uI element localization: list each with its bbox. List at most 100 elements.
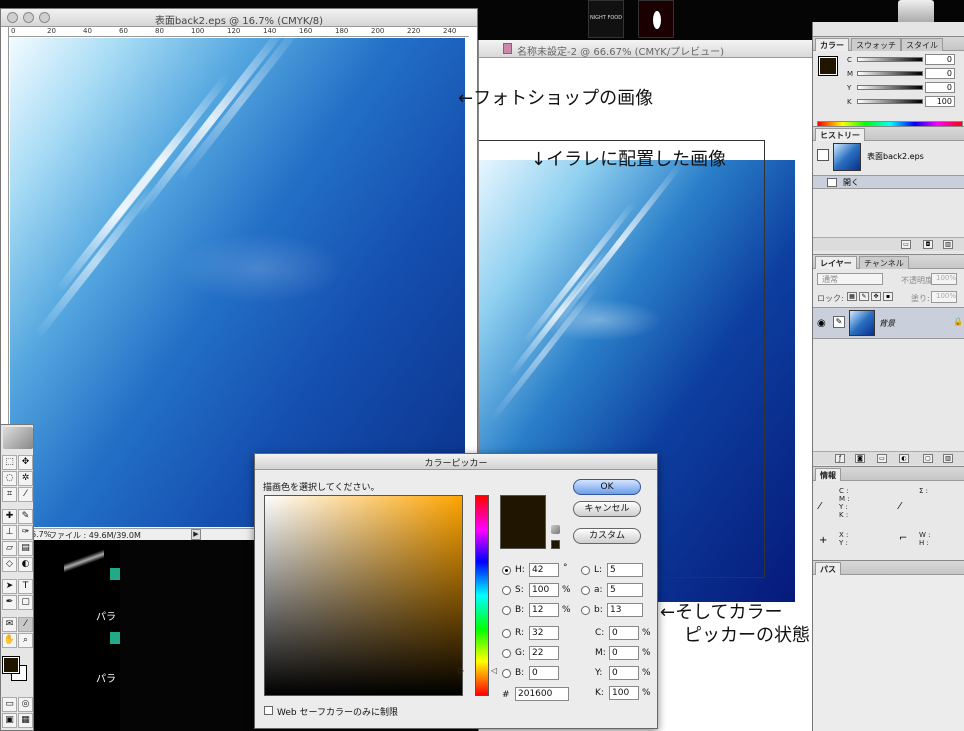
layer-name[interactable]: 背景	[879, 318, 895, 329]
layer-thumbnail[interactable]	[849, 310, 875, 336]
layer-row-background[interactable]: ◉ ✎ 背景 🔒	[813, 307, 964, 339]
illustrator-title-bar[interactable]: 名称未設定-2 @ 66.67% (CMYK/プレビュー)	[479, 40, 813, 58]
lightness-input[interactable]: 5	[607, 563, 643, 577]
layer-set-icon[interactable]: ▭	[877, 454, 887, 463]
blue-radio[interactable]	[502, 669, 511, 678]
color-palette[interactable]: カラー スウォッチ スタイル C 0 M 0 Y 0 K 100	[813, 36, 964, 133]
brightness-input[interactable]: 12	[529, 603, 559, 617]
new-document-icon[interactable]: ▭	[901, 240, 911, 249]
visibility-eye-icon[interactable]: ◉	[817, 318, 826, 329]
hex-input[interactable]: 201600	[515, 687, 569, 701]
lock-position-icon[interactable]: ✥	[871, 292, 881, 301]
healing-brush-tool-icon[interactable]: ✚	[2, 509, 17, 524]
screen-mode-icon[interactable]: ▣	[2, 713, 17, 728]
brightness-radio[interactable]	[502, 606, 511, 615]
night-food-thumbnail[interactable]: NIGHT FOOD	[588, 0, 624, 38]
magenta-slider[interactable]	[857, 71, 923, 76]
eraser-tool-icon[interactable]: ▱	[2, 541, 17, 556]
hue-slider[interactable]	[475, 495, 489, 696]
tab-color[interactable]: カラー	[815, 38, 849, 51]
yellow-slider[interactable]	[857, 85, 923, 90]
tab-layers[interactable]: レイヤー	[815, 256, 857, 269]
gradient-tool-icon[interactable]: ▤	[18, 541, 33, 556]
minimize-window-icon[interactable]	[23, 12, 34, 23]
new-snapshot-icon[interactable]: ◘	[923, 240, 933, 249]
tab-styles[interactable]: スタイル	[901, 38, 943, 51]
black-slider[interactable]	[857, 99, 923, 104]
quick-mask-mode-icon[interactable]: ◎	[18, 697, 33, 712]
blue-input[interactable]: 0	[529, 666, 559, 680]
layer-mask-icon[interactable]: ◙	[855, 454, 865, 463]
green-radio[interactable]	[502, 649, 511, 658]
zoom-tool-icon[interactable]: ⌕	[18, 633, 33, 648]
tab-info[interactable]: 情報	[815, 468, 841, 481]
delete-layer-icon[interactable]: ▥	[943, 454, 953, 463]
cyan-input[interactable]: 0	[609, 626, 639, 640]
cancel-button[interactable]: キャンセル	[573, 501, 641, 517]
b-channel-radio[interactable]	[581, 606, 590, 615]
crop-tool-icon[interactable]: ⌗	[2, 487, 17, 502]
hand-tool-icon[interactable]: ✋	[2, 633, 17, 648]
photoshop-title-bar[interactable]: 表面back2.eps @ 16.7% (CMYK/8)	[1, 9, 477, 27]
info-palette[interactable]: 情報 ⁄ C : M : Y : K : ⁄ Σ : + X : Y : ⌐ W…	[813, 466, 964, 560]
a-channel-radio[interactable]	[581, 586, 590, 595]
ok-button[interactable]: OK	[573, 479, 641, 495]
snapshot-brush-icon[interactable]	[817, 149, 829, 161]
snapshot-name[interactable]: 表面back2.eps	[867, 151, 924, 162]
flower-thumbnail[interactable]	[638, 0, 674, 38]
tab-paths[interactable]: パス	[815, 562, 841, 575]
type-tool-icon[interactable]: T	[18, 579, 33, 594]
trash-icon[interactable]: ▥	[943, 240, 953, 249]
new-layer-icon[interactable]: ▢	[923, 454, 933, 463]
yellow-input[interactable]: 0	[609, 666, 639, 680]
lasso-tool-icon[interactable]: ◌	[2, 471, 17, 486]
magenta-value[interactable]: 0	[925, 68, 955, 79]
brush-link-icon[interactable]: ✎	[833, 316, 845, 328]
dodge-tool-icon[interactable]: ◐	[18, 557, 33, 572]
layers-palette[interactable]: レイヤー チャンネル 通常 不透明度: 100% ロック: ▦ ✎ ✥ ▪ 塗り…	[813, 254, 964, 465]
hue-radio[interactable]	[502, 566, 511, 575]
hue-arrow-left-icon[interactable]: ▷	[458, 666, 464, 675]
tools-palette[interactable]: ⬚ ✥ ◌ ✲ ⌗ ⁄ ✚ ✎ ⊥ ✑ ▱ ▤ ◇ ◐ ➤ T ✒ ▢ ✉ ⁄ …	[0, 424, 34, 731]
hue-input[interactable]: 42	[529, 563, 559, 577]
notes-tool-icon[interactable]: ✉	[2, 617, 17, 632]
paths-palette[interactable]: パス	[813, 560, 964, 731]
shape-tool-icon[interactable]: ▢	[18, 595, 33, 610]
lock-transparency-icon[interactable]: ▦	[847, 292, 857, 301]
pen-tool-icon[interactable]: ✒	[2, 595, 17, 610]
lock-all-icon[interactable]: ▪	[883, 292, 893, 301]
status-menu-arrow-icon[interactable]: ▶	[191, 529, 201, 540]
tab-swatches[interactable]: スウォッチ	[851, 38, 901, 51]
history-state-row[interactable]: 開く	[813, 175, 964, 189]
layer-style-icon[interactable]: ƒ	[835, 454, 845, 463]
lightness-radio[interactable]	[581, 566, 590, 575]
cyan-value[interactable]: 0	[925, 54, 955, 65]
yellow-value[interactable]: 0	[925, 82, 955, 93]
a-channel-input[interactable]: 5	[607, 583, 643, 597]
close-window-icon[interactable]	[7, 12, 18, 23]
horizontal-ruler[interactable]: 0 20 40 60 80 100 120 140 160 180 200 22…	[9, 27, 469, 37]
black-value[interactable]: 100	[925, 96, 955, 107]
move-tool-icon[interactable]: ✥	[18, 455, 33, 470]
standard-mode-icon[interactable]: ▭	[2, 697, 17, 712]
tab-history[interactable]: ヒストリー	[815, 128, 865, 141]
saturation-radio[interactable]	[502, 586, 511, 595]
color-fg-swatch[interactable]	[818, 56, 838, 76]
tab-channels[interactable]: チャンネル	[859, 256, 909, 269]
history-brush-tool-icon[interactable]: ✑	[18, 525, 33, 540]
full-screen-mode-icon[interactable]: ▦	[18, 713, 33, 728]
web-safe-color-swatch[interactable]	[551, 540, 560, 549]
b-channel-input[interactable]: 13	[607, 603, 643, 617]
saturation-brightness-field[interactable]	[264, 495, 463, 696]
eyedropper-tool-icon[interactable]: ⁄	[18, 617, 33, 632]
green-input[interactable]: 22	[529, 646, 559, 660]
clone-stamp-tool-icon[interactable]: ⊥	[2, 525, 17, 540]
custom-button[interactable]: カスタム	[573, 528, 641, 544]
adjustment-layer-icon[interactable]: ◐	[899, 454, 909, 463]
history-palette[interactable]: ヒストリー 表面back2.eps 開く ▭ ◘ ▥	[813, 126, 964, 252]
red-input[interactable]: 32	[529, 626, 559, 640]
red-radio[interactable]	[502, 629, 511, 638]
web-color-warning-icon[interactable]	[551, 525, 560, 534]
web-safe-checkbox[interactable]	[264, 706, 273, 715]
color-picker-dialog[interactable]: カラーピッカー 描画色を選択してください。 ▷ ◁ OK キャンセル カスタム …	[254, 453, 658, 729]
